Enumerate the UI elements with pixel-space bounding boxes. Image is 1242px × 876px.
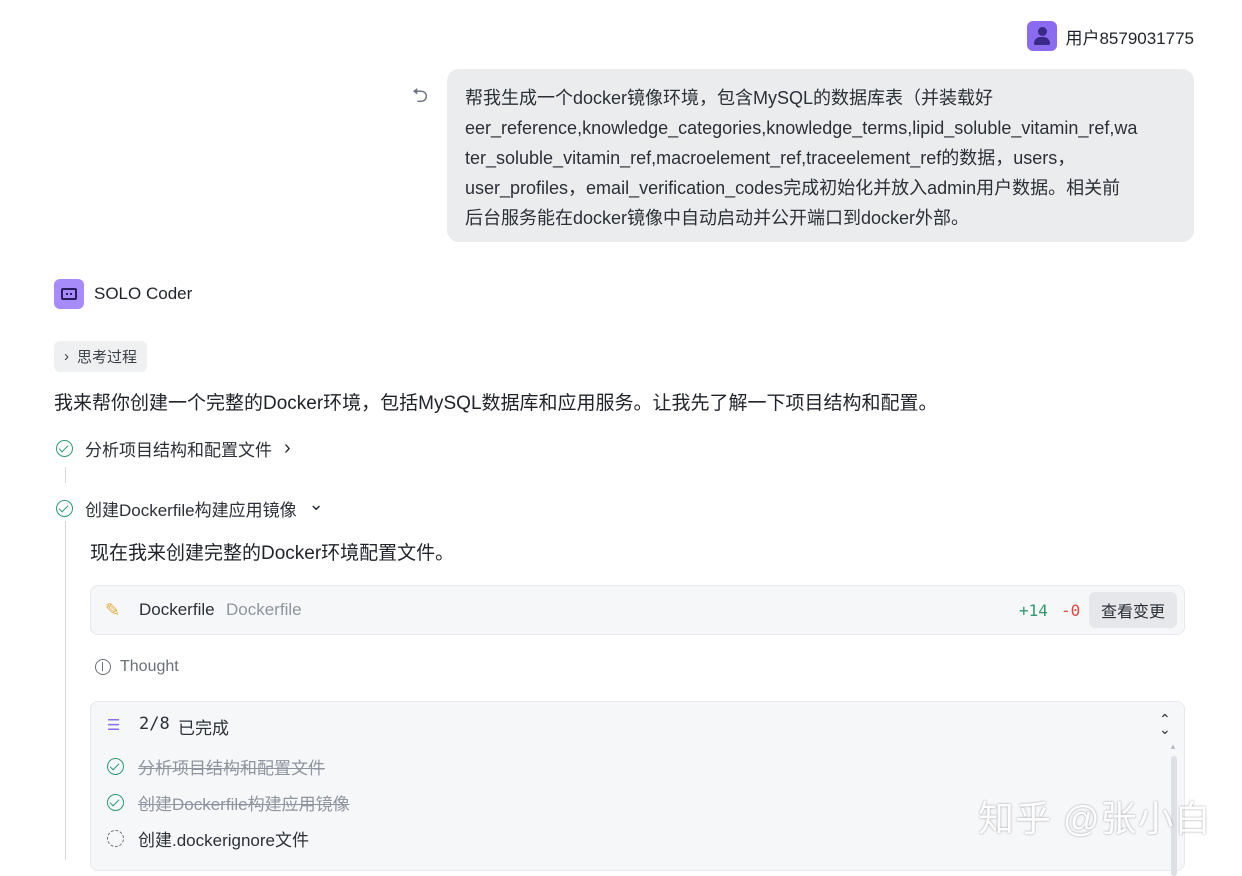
todo-progress-status: 已完成: [178, 719, 229, 738]
watermark: 知乎 @张小白: [978, 798, 1212, 839]
message-line: eer_reference,knowledge_categories,knowl…: [465, 118, 1138, 138]
todo-label: 分析项目结构和配置文件: [138, 759, 325, 778]
check-circle-icon: [107, 758, 124, 775]
assistant-name: SOLO Coder: [94, 284, 193, 303]
loading-spinner-icon: [107, 830, 124, 847]
check-circle-icon: [107, 794, 124, 811]
step-analyze[interactable]: 分析项目结构和配置文件 ›: [56, 436, 291, 461]
file-path: Dockerfile: [226, 600, 302, 619]
file-change-card[interactable]: ✎ Dockerfile Dockerfile +14 -0 查看变更: [90, 585, 1185, 635]
todo-progress-count: 2/8: [139, 714, 170, 734]
check-circle-icon: [56, 500, 73, 517]
message-line: 帮我生成一个docker镜像环境，包含MySQL的数据库表（并装载好: [465, 88, 994, 108]
chevron-right-icon: ›: [64, 348, 69, 365]
robot-icon: [54, 279, 84, 309]
message-line: 后台服务能在docker镜像中自动启动并公开端口到docker外部。: [465, 208, 970, 228]
todo-label: 创建.dockerignore文件: [138, 831, 310, 850]
thought-toggle[interactable]: Thought: [95, 658, 179, 676]
thinking-label: 思考过程: [77, 349, 138, 366]
todo-list-card: ☰ 2/8 已完成 ⌃ ⌄ 分析项目结构和配置文件 创建Dockerfile构建应…: [90, 701, 1185, 876]
todo-item: 分析项目结构和配置文件: [107, 754, 325, 779]
timeline-line: [65, 467, 66, 483]
assistant-intro-text: 我来帮你创建一个完整的Docker环境，包括MySQL数据库和应用服务。让我先了…: [54, 393, 938, 414]
message-line: user_profiles，email_verification_codes完成…: [465, 178, 1121, 198]
step-label: 分析项目结构和配置文件: [85, 441, 272, 460]
assistant-header: SOLO Coder: [54, 279, 192, 309]
file-name: Dockerfile: [139, 600, 215, 619]
diff-deletions: -0: [1061, 601, 1081, 620]
message-line: ter_soluble_vitamin_ref,macroelement_ref…: [465, 148, 1076, 168]
user-header: 用户8579031775: [1027, 21, 1194, 51]
timeline-line: [65, 521, 66, 860]
chevron-down-icon: ⌄: [308, 494, 324, 514]
thinking-toggle[interactable]: › 思考过程: [54, 341, 148, 372]
thought-label: Thought: [120, 658, 179, 675]
todo-item: 创建Dockerfile构建应用镜像: [107, 790, 350, 815]
scroll-up-arrow-icon[interactable]: ▲: [1169, 742, 1177, 751]
checklist-icon: ☰: [107, 717, 121, 734]
collapse-icon[interactable]: ⌃ ⌄: [1159, 712, 1171, 736]
step-label: 创建Dockerfile构建应用镜像: [85, 501, 297, 520]
diff-additions: +14: [1019, 601, 1048, 620]
thought-icon: [95, 659, 111, 675]
user-avatar-icon: [1027, 21, 1058, 51]
check-circle-icon: [56, 440, 73, 457]
user-name: 用户8579031775: [1065, 28, 1194, 48]
edit-file-icon: ✎: [105, 600, 121, 620]
user-message-bubble: 帮我生成一个docker镜像环境，包含MySQL的数据库表（并装载好 eer_r…: [447, 69, 1194, 242]
todo-item: 创建.dockerignore文件: [107, 826, 309, 851]
undo-icon[interactable]: ⮌: [408, 84, 432, 108]
step-create-dockerfile[interactable]: 创建Dockerfile构建应用镜像 ⌄: [56, 494, 324, 521]
view-changes-button[interactable]: 查看变更: [1089, 592, 1177, 628]
chevron-right-icon: ›: [284, 437, 291, 459]
step-description: 现在我来创建完整的Docker环境配置文件。: [90, 543, 455, 564]
todo-label: 创建Dockerfile构建应用镜像: [138, 795, 350, 814]
